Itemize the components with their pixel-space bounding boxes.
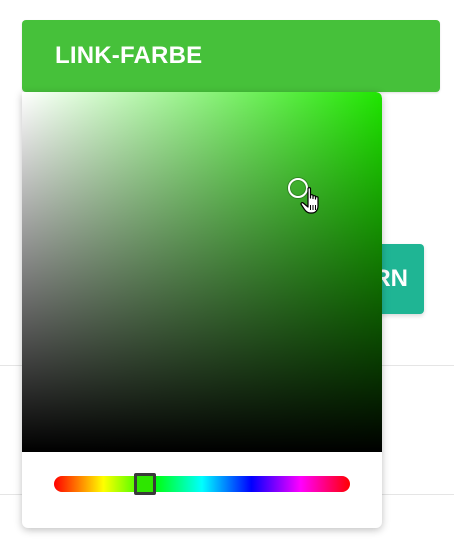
link-color-label: LINK-FARBE	[55, 42, 203, 69]
hue-slider-handle[interactable]	[134, 473, 156, 495]
saturation-value-area[interactable]	[22, 92, 382, 452]
page: LINK-FARBE RN	[0, 0, 454, 542]
hue-slider[interactable]	[54, 476, 350, 492]
color-picker-popover	[22, 92, 382, 528]
saturation-value-handle[interactable]	[288, 178, 308, 198]
link-color-button[interactable]: LINK-FARBE	[22, 20, 440, 92]
